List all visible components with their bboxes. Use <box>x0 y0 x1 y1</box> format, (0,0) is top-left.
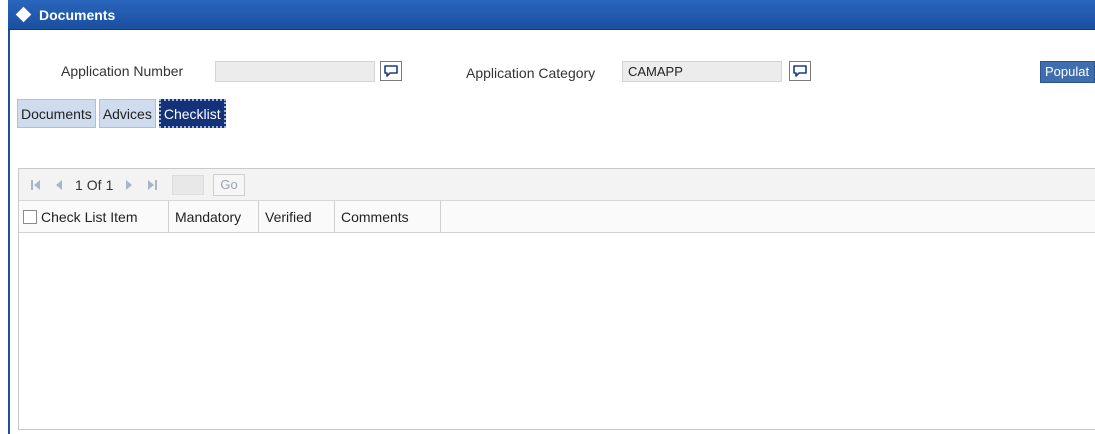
select-all-checkbox[interactable] <box>23 209 37 224</box>
application-category-lov-button[interactable] <box>789 61 811 81</box>
tab-documents[interactable]: Documents <box>17 99 96 128</box>
column-header-check-list-item: Check List Item <box>19 201 169 232</box>
go-button[interactable]: Go <box>213 173 245 196</box>
total-pages: 1 <box>105 176 114 193</box>
window-title-bar: Documents <box>8 0 1095 30</box>
speech-bubble-icon <box>384 65 398 77</box>
populate-button[interactable]: Populat <box>1040 61 1095 83</box>
diamond-icon <box>15 6 32 23</box>
left-border <box>8 30 10 434</box>
application-category-label: Application Category <box>466 65 596 81</box>
pager-bar: 1 Of 1 Go <box>19 169 1095 201</box>
application-number-label: Application Number <box>61 63 184 79</box>
page-number-input[interactable] <box>172 174 205 195</box>
column-header-mandatory: Mandatory <box>169 201 259 232</box>
tab-checklist[interactable]: Checklist <box>158 99 226 128</box>
current-page: 1 <box>75 176 83 193</box>
application-category-field[interactable]: CAMAPP <box>622 61 782 82</box>
application-number-field[interactable] <box>215 61 375 82</box>
grid-header-row: Check List Item Mandatory Verified Comme… <box>19 201 1095 233</box>
column-header-comments: Comments <box>335 201 441 232</box>
checklist-grid: 1 Of 1 Go Check List Item Mandatory Veri… <box>18 168 1095 430</box>
column-label: Check List Item <box>41 208 138 225</box>
previous-page-icon[interactable] <box>52 178 66 192</box>
next-page-icon[interactable] <box>122 178 136 192</box>
page-of-label: Of <box>86 176 102 193</box>
tab-advices[interactable]: Advices <box>98 99 156 128</box>
tab-strip: Documents Advices Checklist <box>17 99 226 128</box>
last-page-icon[interactable] <box>145 178 159 192</box>
first-page-icon[interactable] <box>29 178 43 192</box>
speech-bubble-icon <box>793 65 807 77</box>
application-number-lov-button[interactable] <box>380 61 402 81</box>
page-indicator: 1 Of 1 <box>75 177 113 193</box>
header-filler <box>441 201 1095 232</box>
window-title: Documents <box>39 6 116 23</box>
column-header-verified: Verified <box>259 201 335 232</box>
